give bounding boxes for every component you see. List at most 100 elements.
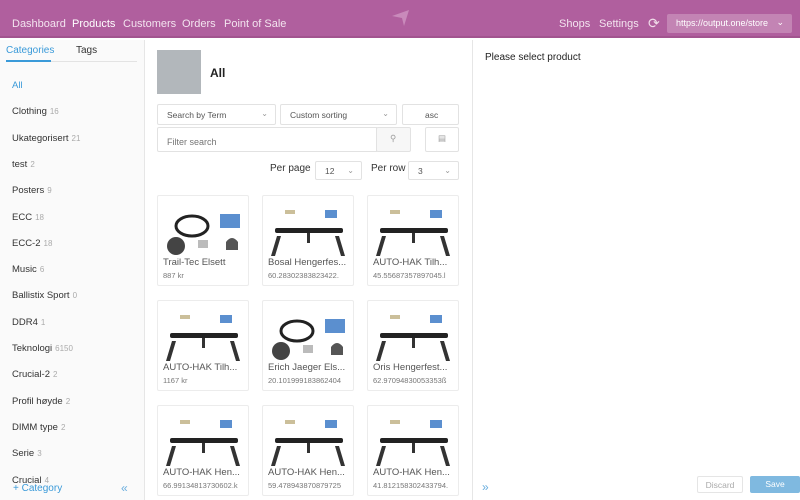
category-count: 1	[40, 317, 46, 327]
product-name: AUTO-HAK Hen...	[163, 467, 240, 478]
order-toggle[interactable]: asc	[402, 104, 459, 125]
category-thumbnail	[157, 50, 201, 94]
product-card[interactable]: Bosal Hengerfes... 60.28302383823422.	[262, 195, 354, 286]
search-icon: ⚲	[390, 133, 397, 143]
per-page-label: Per page	[270, 163, 311, 174]
category-count: 18	[43, 238, 53, 248]
sorting-select[interactable]: Custom sorting ⌄	[280, 104, 397, 125]
category-count: 2	[65, 396, 71, 406]
category-item[interactable]: Posters 9	[12, 185, 52, 196]
category-label: Crucial-2	[12, 369, 51, 381]
search-button[interactable]: ⚲	[376, 127, 411, 152]
category-count: 2	[60, 422, 66, 432]
category-item[interactable]: Ukategorisert 21	[12, 133, 80, 144]
product-list-panel: All Search by Term ⌄ Custom sorting ⌄ asc …	[145, 40, 473, 500]
add-category-button[interactable]: + Category	[13, 483, 113, 494]
product-detail-panel: Please select product » Discard Save	[473, 40, 800, 500]
category-item[interactable]: test 2	[12, 159, 35, 170]
category-label: Clothing	[12, 106, 47, 118]
product-card[interactable]: AUTO-HAK Hen... 41.81215830243379​4.	[367, 405, 459, 496]
per-page-value: 12	[325, 166, 335, 176]
refresh-icon[interactable]: ⟳	[648, 15, 660, 32]
nav-products[interactable]: Products	[72, 18, 115, 30]
product-card[interactable]: Oris Hengerfest... 62.97094830053353ß	[367, 300, 459, 391]
collapse-sidebar-icon[interactable]: «	[121, 481, 128, 495]
category-count: 2	[53, 370, 58, 380]
category-count: 6150	[55, 344, 73, 353]
expand-panel-icon[interactable]: »	[482, 480, 489, 494]
category-item[interactable]: DDR4 1	[12, 317, 45, 328]
category-label: test	[12, 158, 28, 170]
nav-orders[interactable]: Orders	[182, 18, 216, 30]
select-product-message: Please select product	[485, 52, 581, 63]
category-count: 9	[47, 186, 52, 196]
nav-shops[interactable]: Shops	[559, 18, 590, 30]
list-icon: ▤	[438, 133, 447, 143]
category-item[interactable]: Teknologi 6150	[12, 343, 73, 354]
product-price: 66.99134813730602.k	[163, 481, 238, 490]
product-card[interactable]: AUTO-HAK Hen... 66.99134813730602.k	[157, 405, 249, 496]
per-row-label: Per row	[371, 163, 406, 174]
tab-underline	[6, 60, 137, 62]
category-item[interactable]: Music 6	[12, 264, 44, 275]
tab-tags[interactable]: Tags	[76, 45, 97, 56]
category-count: 2	[30, 159, 35, 169]
product-card[interactable]: Trail-Tec Elsett 887 kr	[157, 195, 249, 286]
product-name: Oris Hengerfest...	[373, 362, 448, 373]
category-item[interactable]: Serie 3	[12, 448, 42, 459]
chevron-down-icon: ⌄	[261, 109, 268, 118]
category-label: DDR4	[12, 316, 38, 328]
store-selector[interactable]: https://output.one/store ⌄	[667, 14, 792, 33]
category-item[interactable]: Crucial-2 2	[12, 369, 57, 380]
nav-settings[interactable]: Settings	[599, 18, 639, 30]
list-view-button[interactable]: ▤	[425, 127, 459, 152]
category-item[interactable]: ECC-2 18	[12, 238, 52, 249]
category-count: 3	[37, 449, 42, 459]
category-count: 6	[39, 265, 45, 275]
product-name: AUTO-HAK Hen...	[268, 467, 345, 478]
sorting-value: Custom sorting	[290, 110, 348, 120]
filter-search-input[interactable]	[157, 127, 377, 152]
page-title: All	[210, 66, 226, 80]
category-item[interactable]: Profil høyde 2	[12, 396, 70, 407]
category-label: Profil høyde	[12, 395, 63, 407]
product-name: AUTO-HAK Hen...	[373, 467, 450, 478]
category-item[interactable]: Clothing 16	[12, 106, 59, 117]
search-by-value: Search by Term	[167, 110, 227, 120]
product-card[interactable]: AUTO-HAK Tilh... 45.55687357897045.l	[367, 195, 459, 286]
nav-point-of-sale[interactable]: Point of Sale	[224, 18, 286, 30]
category-label: Ballistix Sport	[12, 290, 70, 302]
product-card[interactable]: AUTO-HAK Hen... 59.478943870879725	[262, 405, 354, 496]
per-page-select[interactable]: 12 ⌄	[315, 161, 362, 180]
tab-categories[interactable]: Categories	[6, 45, 54, 56]
product-card[interactable]: AUTO-HAK Tilh... 1167 kr	[157, 300, 249, 391]
category-item[interactable]: DIMM type 2	[12, 422, 65, 433]
category-item[interactable]: Ballistix Sport 0	[12, 290, 77, 301]
product-card[interactable]: Erich Jaeger Els... 20.10199918386240​4	[262, 300, 354, 391]
product-price: 1167 kr	[163, 376, 188, 385]
category-item[interactable]: All	[12, 80, 26, 91]
product-price: 45.55687357897045.l	[373, 271, 446, 280]
search-by-select[interactable]: Search by Term ⌄	[157, 104, 276, 125]
product-price: 20.10199918386240​4	[268, 376, 341, 385]
product-price: 59.478943870879725	[268, 481, 341, 490]
category-label: Ukategorisert	[12, 132, 69, 144]
nav-dashboard[interactable]: Dashboard	[12, 18, 66, 30]
per-row-select[interactable]: 3 ⌄	[408, 161, 459, 180]
category-label: ECC	[12, 211, 33, 223]
top-nav-bar: Dashboard Products Customers Orders Point of…	[0, 0, 800, 38]
product-price: 41.81215830243379​4.	[373, 481, 449, 490]
store-url: https://output.one/store	[676, 18, 769, 28]
chevron-down-icon: ⌄	[347, 166, 354, 175]
per-row-value: 3	[418, 166, 423, 176]
chevron-down-icon: ⌄	[776, 17, 784, 27]
category-label: Posters	[12, 185, 45, 197]
product-name: AUTO-HAK Tilh...	[373, 257, 448, 268]
product-name: Trail-Tec Elsett	[163, 257, 226, 268]
category-sidebar: Categories Tags All Clothing 16 Ukategorise…	[0, 40, 145, 500]
category-label: Music	[12, 264, 37, 276]
nav-customers[interactable]: Customers	[123, 18, 176, 30]
category-item[interactable]: ECC 18	[12, 212, 44, 223]
save-button[interactable]: Save	[750, 476, 800, 493]
discard-button[interactable]: Discard	[697, 476, 743, 493]
